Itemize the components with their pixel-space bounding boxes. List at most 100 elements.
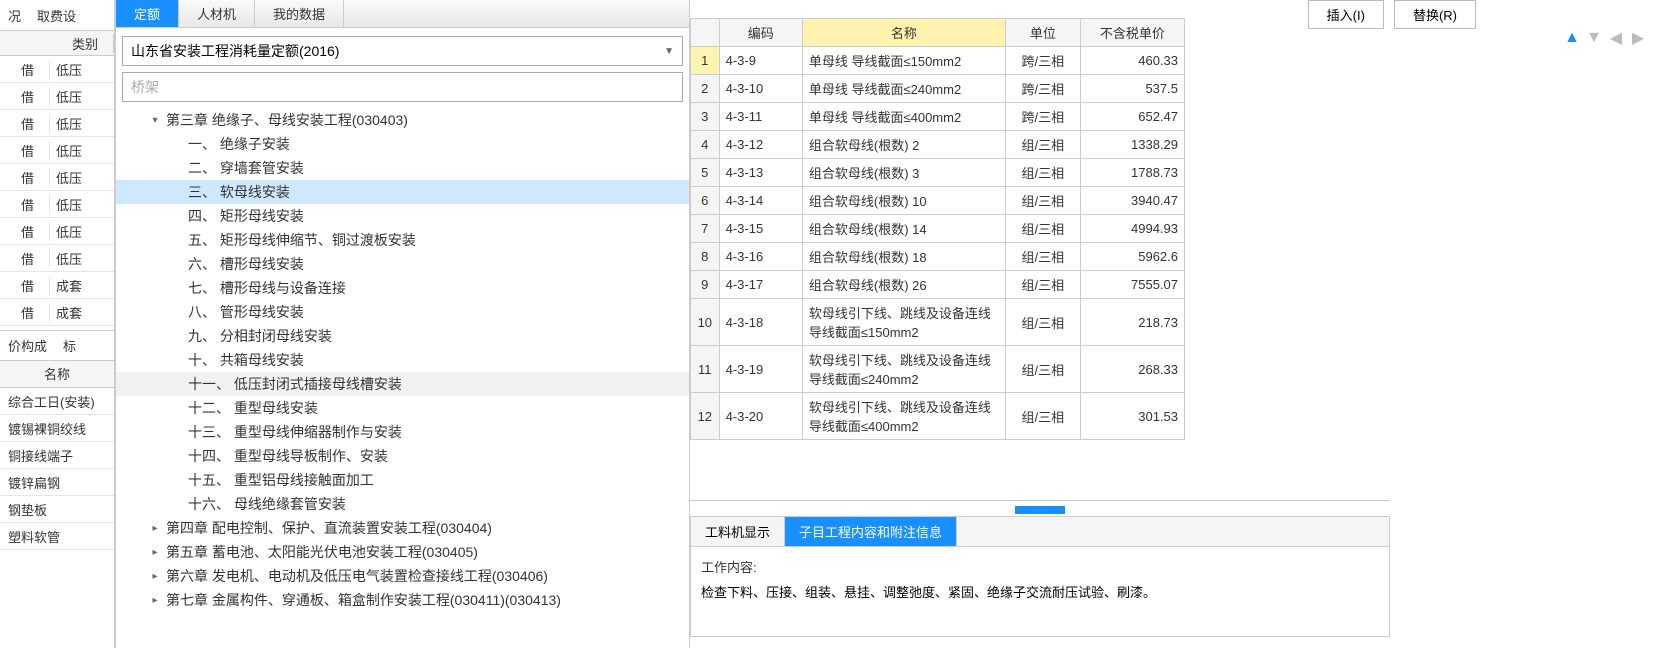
left-top-tab-1[interactable]: 况 <box>0 6 29 25</box>
left-row-c2: 低压 <box>50 249 114 268</box>
left-top-tab-2[interactable]: 取费设 <box>29 6 84 25</box>
left-row[interactable]: 借低压 <box>0 137 114 164</box>
tree-item[interactable]: 十、 共箱母线安装 <box>116 348 689 372</box>
tree-item[interactable]: 二、 穿墙套管安装 <box>116 156 689 180</box>
insert-button[interactable]: 插入(I) <box>1308 0 1384 29</box>
cell-unit: 组/三相 <box>1005 131 1080 159</box>
collapse-handle[interactable] <box>690 500 1390 512</box>
table-row[interactable]: 124-3-20软母线引下线、跳线及设备连线 导线截面≤400mm2组/三相30… <box>691 393 1185 440</box>
arrow-up-icon[interactable]: ▲ <box>1564 30 1580 46</box>
tree-item[interactable]: 一、 绝缘子安装 <box>116 132 689 156</box>
tree-item[interactable]: 六、 槽形母线安装 <box>116 252 689 276</box>
expand-icon[interactable]: ▸ <box>150 547 160 558</box>
tree-item[interactable]: 八、 管形母线安装 <box>116 300 689 324</box>
material-row[interactable]: 综合工日(安装) <box>0 388 114 415</box>
search-input[interactable]: 桥架 <box>122 72 683 102</box>
expand-icon[interactable]: ▸ <box>150 595 160 606</box>
arrow-down-icon[interactable]: ▼ <box>1586 30 1602 46</box>
collapse-icon[interactable]: ▾ <box>150 115 160 126</box>
dropdown-label: 山东省安装工程消耗量定额(2016) <box>131 41 339 61</box>
tree-item[interactable]: 九、 分相封闭母线安装 <box>116 324 689 348</box>
col-price[interactable]: 不含税单价 <box>1080 19 1184 47</box>
expand-icon[interactable]: ▸ <box>150 571 160 582</box>
cell-price: 1338.29 <box>1080 131 1184 159</box>
table-row[interactable]: 94-3-17组合软母线(根数) 26组/三相7555.07 <box>691 271 1185 299</box>
left-row-c2: 成套 <box>50 303 114 322</box>
row-number: 5 <box>691 159 720 187</box>
material-row[interactable]: 塑料软管 <box>0 523 114 550</box>
tree-chapter[interactable]: ▸第七章 金属构件、穿通板、箱盒制作安装工程(030411)(030413) <box>116 588 689 612</box>
table-row[interactable]: 14-3-9单母线 导线截面≤150mm2跨/三相460.33 <box>691 47 1185 75</box>
left-row[interactable]: 借低压 <box>0 110 114 137</box>
replace-button[interactable]: 替换(R) <box>1394 0 1476 29</box>
tree-chapter[interactable]: ▸第四章 配电控制、保护、直流装置安装工程(030404) <box>116 516 689 540</box>
cell-name: 单母线 导线截面≤400mm2 <box>802 103 1005 131</box>
material-row[interactable]: 铜接线端子 <box>0 442 114 469</box>
tree-item[interactable]: 十一、 低压封闭式插接母线槽安装 <box>116 372 689 396</box>
cell-name: 组合软母线(根数) 10 <box>802 187 1005 215</box>
col-unit[interactable]: 单位 <box>1005 19 1080 47</box>
row-number: 3 <box>691 103 720 131</box>
col-code[interactable]: 编码 <box>719 19 802 47</box>
tree-item[interactable]: 十五、 重型铝母线接触面加工 <box>116 468 689 492</box>
row-number: 8 <box>691 243 720 271</box>
row-number: 6 <box>691 187 720 215</box>
quota-library-dropdown[interactable]: 山东省安装工程消耗量定额(2016) ▼ <box>122 36 683 66</box>
cell-code: 4-3-10 <box>719 75 802 103</box>
tree-chapter[interactable]: ▸第六章 发电机、电动机及低压电气装置检查接线工程(030406) <box>116 564 689 588</box>
tab-item-notes[interactable]: 子目工程内容和附注信息 <box>785 517 957 546</box>
tree-item[interactable]: 十四、 重型母线导板制作、安装 <box>116 444 689 468</box>
table-row[interactable]: 104-3-18软母线引下线、跳线及设备连线 导线截面≤150mm2组/三相21… <box>691 299 1185 346</box>
quota-items-table: 编码 名称 单位 不含税单价 14-3-9单母线 导线截面≤150mm2跨/三相… <box>690 18 1185 440</box>
tab-mydata[interactable]: 我的数据 <box>255 0 344 27</box>
tree-item[interactable]: 七、 槽形母线与设备连接 <box>116 276 689 300</box>
tree-item[interactable]: 十二、 重型母线安装 <box>116 396 689 420</box>
tree-item[interactable]: 五、 矩形母线伸缩节、铜过渡板安装 <box>116 228 689 252</box>
tab-materials[interactable]: 人材机 <box>179 0 255 27</box>
arrow-left-icon[interactable]: ◀ <box>1608 30 1624 46</box>
table-row[interactable]: 54-3-13组合软母线(根数) 3组/三相1788.73 <box>691 159 1185 187</box>
material-row[interactable]: 钢垫板 <box>0 496 114 523</box>
table-row[interactable]: 34-3-11单母线 导线截面≤400mm2跨/三相652.47 <box>691 103 1185 131</box>
table-row[interactable]: 24-3-10单母线 导线截面≤240mm2跨/三相537.5 <box>691 75 1185 103</box>
tree-item[interactable]: 十六、 母线绝缘套管安装 <box>116 492 689 516</box>
table-row[interactable]: 84-3-16组合软母线(根数) 18组/三相5962.6 <box>691 243 1185 271</box>
left-row[interactable]: 借低压 <box>0 83 114 110</box>
material-row[interactable]: 镀锡裸铜绞线 <box>0 415 114 442</box>
left-row[interactable]: 借低压 <box>0 245 114 272</box>
left-row[interactable]: 借低压 <box>0 218 114 245</box>
left-row[interactable]: 借低压 <box>0 191 114 218</box>
cell-price: 537.5 <box>1080 75 1184 103</box>
material-row[interactable]: 镀锌扁钢 <box>0 469 114 496</box>
table-row[interactable]: 64-3-14组合软母线(根数) 10组/三相3940.47 <box>691 187 1185 215</box>
tree-item[interactable]: 三、 软母线安装 <box>116 180 689 204</box>
table-row[interactable]: 44-3-12组合软母线(根数) 2组/三相1338.29 <box>691 131 1185 159</box>
tree-chapter-3[interactable]: ▾第三章 绝缘子、母线安装工程(030403) <box>116 108 689 132</box>
tab-quota[interactable]: 定额 <box>116 0 179 27</box>
left-row-c2: 低压 <box>50 87 114 106</box>
tree-item[interactable]: 四、 矩形母线安装 <box>116 204 689 228</box>
cell-unit: 跨/三相 <box>1005 103 1080 131</box>
expand-icon[interactable]: ▸ <box>150 523 160 534</box>
col-name[interactable]: 名称 <box>802 19 1005 47</box>
cell-code: 4-3-18 <box>719 299 802 346</box>
col-rowno[interactable] <box>691 19 720 47</box>
left-bottom-tab-1[interactable]: 价构成 <box>0 332 55 359</box>
cell-price: 5962.6 <box>1080 243 1184 271</box>
cell-price: 7555.07 <box>1080 271 1184 299</box>
tab-material-display[interactable]: 工料机显示 <box>691 517 785 546</box>
left-row[interactable]: 借低压 <box>0 164 114 191</box>
cell-code: 4-3-19 <box>719 346 802 393</box>
row-number: 2 <box>691 75 720 103</box>
table-row[interactable]: 74-3-15组合软母线(根数) 14组/三相4994.93 <box>691 215 1185 243</box>
left-row[interactable]: 借低压 <box>0 56 114 83</box>
left-bottom-tab-2[interactable]: 标 <box>55 332 84 359</box>
left-row[interactable]: 借成套 <box>0 272 114 299</box>
row-number: 4 <box>691 131 720 159</box>
tree-chapter[interactable]: ▸第五章 蓄电池、太阳能光伏电池安装工程(030405) <box>116 540 689 564</box>
arrow-right-icon[interactable]: ▶ <box>1630 30 1646 46</box>
left-row[interactable]: 借成套 <box>0 299 114 326</box>
tree-item[interactable]: 十三、 重型母线伸缩器制作与安装 <box>116 420 689 444</box>
table-row[interactable]: 114-3-19软母线引下线、跳线及设备连线 导线截面≤240mm2组/三相26… <box>691 346 1185 393</box>
cell-price: 4994.93 <box>1080 215 1184 243</box>
